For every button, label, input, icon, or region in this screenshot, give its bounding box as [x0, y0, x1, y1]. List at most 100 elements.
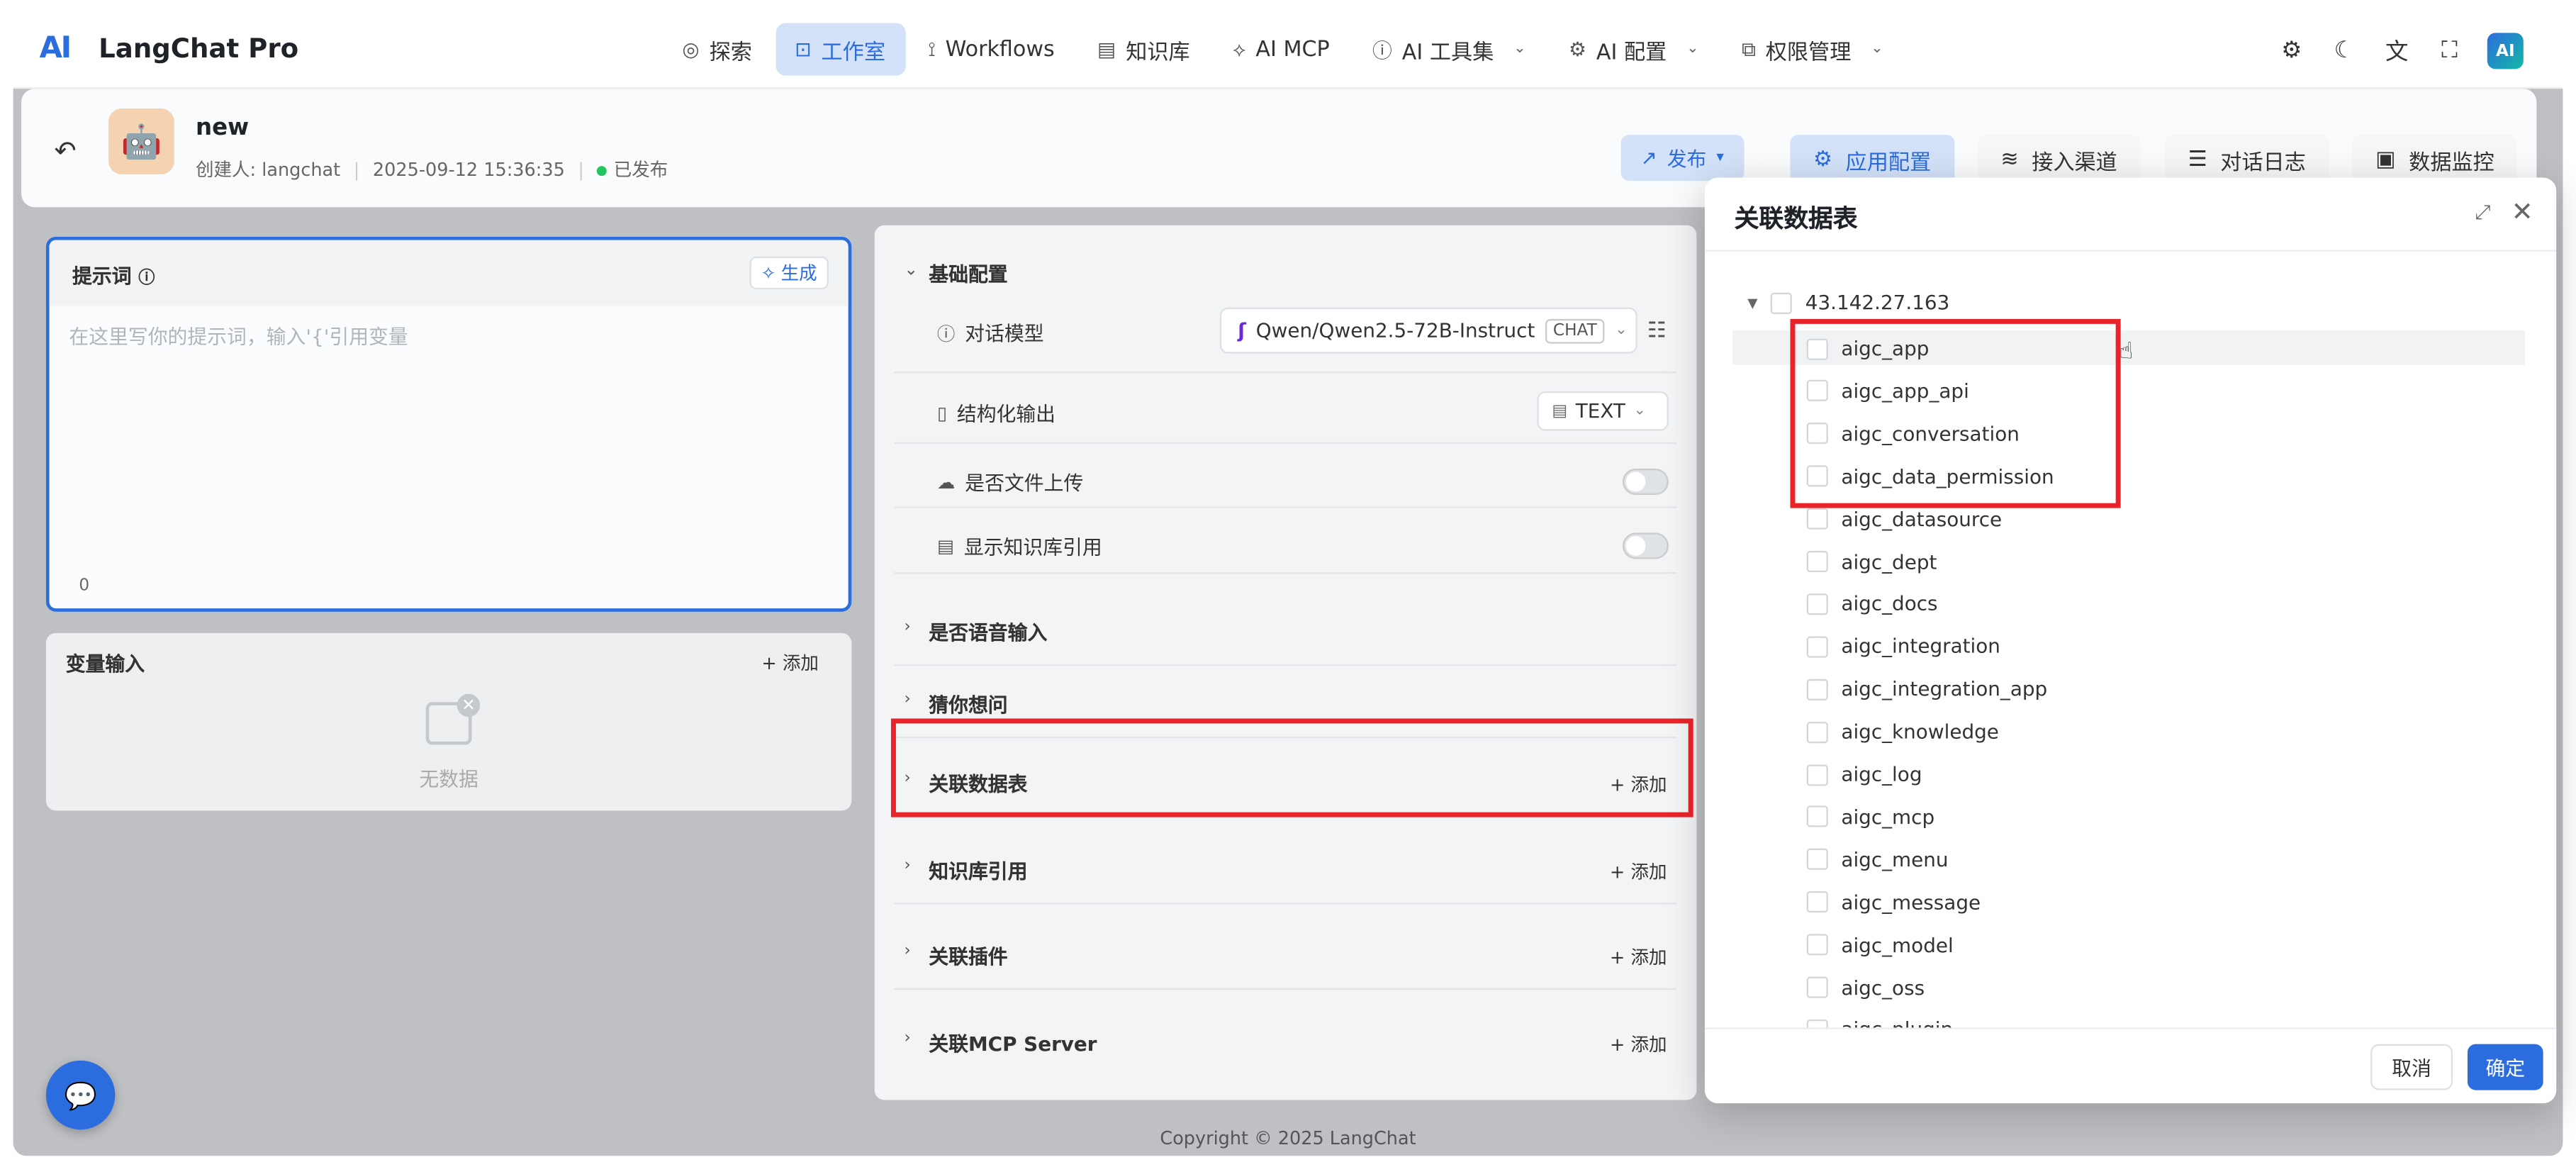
chevron-down-icon: ⌄	[1871, 40, 1883, 58]
app-avatar: 🤖	[108, 108, 174, 174]
header-tab-0[interactable]: ⚙ 应用配置	[1790, 135, 1954, 184]
add-variable-button[interactable]: + 添加	[761, 649, 819, 676]
table-item[interactable]: aigc_menu	[1806, 848, 1949, 871]
table-checkbox[interactable]	[1806, 636, 1828, 658]
status-dot	[597, 166, 607, 177]
fullscreen-icon[interactable]: ⛶	[2435, 38, 2465, 64]
back-icon[interactable]: ↶	[55, 135, 77, 166]
compass-icon: ◎	[682, 38, 700, 61]
publish-label: 发布	[1667, 147, 1707, 171]
publish-button[interactable]: ↗ 发布 ▾	[1620, 135, 1744, 182]
table-checkbox[interactable]	[1806, 976, 1828, 998]
app-meta: 创建人: langchat | 2025-09-12 15:36:35 | 已发…	[196, 156, 668, 182]
generate-button[interactable]: ✧ 生成	[749, 256, 829, 290]
table-checkbox[interactable]	[1806, 508, 1828, 530]
chevron-down-icon: ⌄	[1513, 40, 1526, 58]
prompt-input[interactable]: 在这里写你的提示词，输入'{'引用变量	[69, 323, 408, 350]
chevron-right-icon[interactable]: ›	[905, 618, 911, 637]
table-checkbox[interactable]	[1806, 679, 1828, 700]
section-title: 知识库引用	[929, 859, 1028, 883]
nav-item-3[interactable]: ▤ 知识库	[1077, 23, 1209, 75]
table-checkbox[interactable]	[1806, 1019, 1828, 1028]
tree-root-checkbox[interactable]	[1771, 291, 1793, 313]
add-button[interactable]: + 添加	[1610, 944, 1667, 970]
table-item[interactable]: aigc_log	[1806, 763, 1922, 786]
kb-ref-toggle[interactable]	[1622, 532, 1669, 559]
prompt-editor[interactable]: 提示词 ⓘ ✧ 生成 在这里写你的提示词，输入'{'引用变量 0	[45, 236, 852, 612]
table-item[interactable]: aigc_datasource	[1806, 508, 2002, 530]
table-checkbox[interactable]	[1806, 550, 1828, 573]
creator-name: langchat	[262, 159, 341, 182]
header-tab-1[interactable]: ≋ 接入渠道	[1977, 135, 2141, 184]
cancel-button[interactable]: 取消	[2370, 1044, 2453, 1090]
nav-item-5[interactable]: ⓘ AI 工具集 ⌄	[1353, 23, 1545, 75]
moon-icon[interactable]: ☾	[2329, 38, 2359, 64]
generate-label: 生成	[780, 263, 817, 285]
table-item[interactable]: aigc_docs	[1806, 593, 1938, 615]
file-upload-toggle[interactable]	[1622, 468, 1669, 496]
status-text: 已发布	[613, 159, 668, 182]
header-tab-3[interactable]: ▣ 数据监控	[2352, 135, 2518, 184]
settings-icon[interactable]: ⚙	[2277, 38, 2307, 64]
cloud-upload-icon: ☁	[936, 471, 956, 493]
chevron-right-icon[interactable]: ›	[905, 691, 911, 709]
structured-output-select[interactable]: ▤ TEXT ⌄	[1537, 391, 1669, 431]
table-checkbox[interactable]	[1806, 891, 1828, 913]
table-item[interactable]: aigc_knowledge	[1806, 720, 1999, 743]
nav-item-4[interactable]: ⟡ AI MCP	[1213, 23, 1349, 75]
table-name: aigc_model	[1841, 933, 1954, 956]
table-item[interactable]: aigc_dept	[1806, 549, 1937, 574]
table-checkbox[interactable]	[1806, 849, 1828, 871]
tree-root[interactable]: ▼ 43.142.27.163	[1747, 291, 1949, 313]
table-item[interactable]: aigc_message	[1806, 890, 1981, 914]
nav-item-label: AI 配置	[1596, 40, 1667, 65]
table-item[interactable]: aigc_model	[1806, 933, 1954, 956]
table-item[interactable]: aigc_integration_app	[1806, 678, 2047, 700]
expand-icon[interactable]: ⤢	[2475, 201, 2490, 225]
divider	[894, 442, 1677, 445]
table-item[interactable]: aigc_oss	[1806, 976, 1925, 999]
chevron-right-icon[interactable]: ›	[905, 942, 911, 961]
divider	[894, 988, 1677, 990]
caret-down-icon[interactable]: ▼	[1747, 295, 1757, 310]
file-upload-text: 是否文件上传	[965, 471, 1084, 496]
table-item[interactable]: aigc_mcp	[1806, 805, 1934, 829]
chevron-down-icon[interactable]: ⌄	[905, 262, 918, 280]
table-name: aigc_message	[1841, 890, 1981, 914]
nav-item-7[interactable]: ⧉ 权限管理 ⌄	[1722, 23, 1903, 75]
model-label: ⓘ 对话模型	[937, 319, 1044, 347]
close-icon[interactable]: ✕	[2511, 196, 2533, 227]
chevron-right-icon[interactable]: ›	[905, 1029, 911, 1048]
table-checkbox[interactable]	[1806, 721, 1828, 743]
header-tab-2[interactable]: ☰ 对话日志	[2165, 135, 2329, 184]
table-checkbox[interactable]	[1806, 806, 1828, 828]
add-button[interactable]: + 添加	[1610, 1031, 1667, 1057]
table-item[interactable]: aigc_plugin	[1806, 1018, 1953, 1028]
user-avatar[interactable]: AI	[2487, 33, 2524, 69]
logo[interactable]: AI	[40, 31, 72, 66]
nav-item-1[interactable]: ⊡ 工作室	[775, 23, 905, 76]
nav-item-6[interactable]: ⚙ AI 配置 ⌄	[1549, 23, 1718, 75]
table-checkbox[interactable]	[1806, 764, 1828, 786]
divider	[894, 572, 1677, 574]
arrow-up-right-icon: ↗	[1640, 146, 1657, 169]
sliders-icon[interactable]: ☷	[1647, 319, 1667, 344]
add-button[interactable]: + 添加	[1610, 859, 1667, 885]
translate-icon[interactable]: 文	[2382, 35, 2412, 67]
structured-output-label: ▯ 结构化输出	[937, 400, 1055, 428]
table-checkbox[interactable]	[1806, 593, 1828, 615]
model-select[interactable]: ʃ Qwen/Qwen2.5-72B-Instruct CHAT ⌄	[1219, 307, 1637, 354]
brand-name: LangChat Pro	[99, 33, 299, 65]
nav-item-2[interactable]: ⟟ Workflows	[908, 23, 1074, 75]
table-item[interactable]: aigc_integration	[1806, 635, 2000, 658]
confirm-button[interactable]: 确定	[2467, 1044, 2543, 1090]
tool-icon: ⓘ	[1372, 38, 1392, 62]
nav-item-0[interactable]: ◎ 探索	[663, 23, 772, 75]
table-checkbox[interactable]	[1806, 934, 1828, 956]
chat-fab[interactable]: 💬	[45, 1060, 116, 1130]
status-badge: 已发布	[597, 156, 668, 182]
sparkle-icon: ✧	[761, 262, 776, 284]
chevron-right-icon[interactable]: ›	[905, 856, 911, 875]
table-name: aigc_dept	[1841, 549, 1937, 574]
signal-icon: ≋	[2000, 147, 2019, 172]
